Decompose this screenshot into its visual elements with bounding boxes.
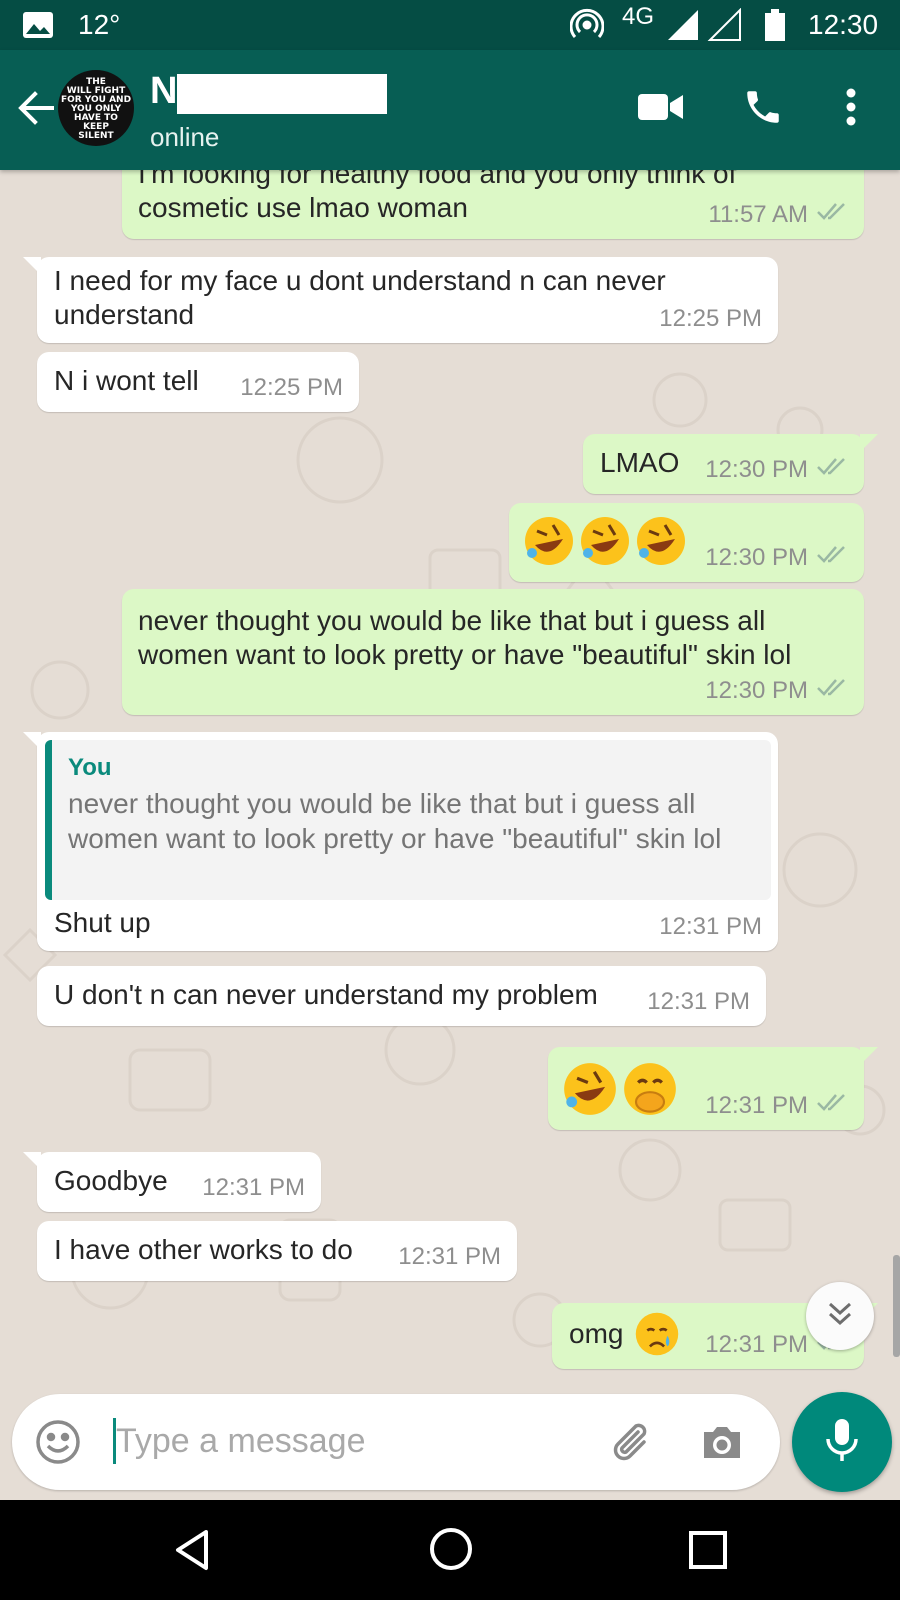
rofl-emoji-icon: [579, 515, 631, 572]
message-text: I have other works to do: [54, 1234, 353, 1265]
contact-name[interactable]: N: [150, 70, 177, 113]
message-text: Goodbye: [54, 1165, 168, 1196]
image-notification-icon: [22, 0, 54, 50]
nav-recents-icon[interactable]: [688, 1530, 728, 1575]
quoted-text: never thought you would be like that but…: [68, 788, 722, 854]
hand-over-mouth-emoji-icon: [622, 1061, 678, 1122]
message-time: 12:30 PM: [705, 543, 808, 571]
double-check-icon: [816, 1091, 848, 1120]
message-time: 11:57 AM: [708, 200, 808, 228]
message-text: Shut up: [54, 907, 151, 938]
message-time: 12:30 PM: [705, 455, 808, 483]
message-meta: 12:31 PM: [647, 988, 750, 1016]
message-bubble-in[interactable]: N i wont tell 12:25 PM: [37, 352, 359, 412]
chevron-double-down-icon: [825, 1299, 855, 1334]
battery-icon: [764, 0, 786, 50]
message-input-bar[interactable]: Type a message: [12, 1394, 780, 1490]
message-meta: 12:31 PM: [659, 913, 762, 941]
video-call-icon[interactable]: [636, 82, 686, 132]
crying-face-emoji-icon: [634, 1311, 680, 1362]
message-time: 12:31 PM: [398, 1243, 501, 1270]
avatar[interactable]: THE WILL FIGHT FOR YOU AND YOU ONLY HAVE…: [58, 70, 134, 146]
clock: 12:30: [808, 9, 879, 40]
message-time: 12:31 PM: [202, 1174, 305, 1201]
message-time: 12:31 PM: [659, 913, 762, 940]
nav-back-icon[interactable]: [170, 1528, 214, 1577]
network-type: 4G: [622, 3, 655, 30]
message-time: 12:31 PM: [705, 1330, 808, 1358]
mic-icon: [822, 1417, 862, 1468]
message-meta: 12:31 PM: [398, 1243, 501, 1271]
message-text: N i wont tell: [54, 365, 199, 396]
status-bar: 12° 4G 12:30: [0, 0, 900, 50]
voice-call-icon[interactable]: [738, 82, 788, 132]
chat-area[interactable]: I'm looking for healthy food and you onl…: [0, 170, 900, 1395]
double-check-icon: [816, 200, 848, 229]
message-bubble-out[interactable]: 12:31 PM: [548, 1047, 878, 1130]
rofl-emoji-icon: [523, 515, 575, 572]
double-check-icon: [816, 543, 848, 572]
message-bubble-in[interactable]: I need for my face u dont understand n c…: [23, 257, 778, 343]
double-check-icon: [816, 455, 848, 484]
emoji-row: [562, 1061, 678, 1122]
attach-icon[interactable]: [608, 1418, 656, 1471]
double-check-icon: [816, 676, 848, 705]
message-time: 12:25 PM: [240, 374, 343, 401]
message-text: U don't n can never understand my proble…: [54, 979, 598, 1010]
chat-header: THE WILL FIGHT FOR YOU AND YOU ONLY HAVE…: [0, 50, 900, 170]
hotspot-icon: [570, 0, 604, 50]
message-bubble-out[interactable]: never thought you would be like that but…: [122, 589, 864, 715]
message-bubble-in[interactable]: U don't n can never understand my proble…: [37, 966, 766, 1026]
scrollbar[interactable]: [893, 1255, 900, 1357]
message-meta: 12:25 PM: [659, 305, 762, 333]
mic-button[interactable]: [792, 1392, 892, 1492]
message-text: I need for my face u dont understand n c…: [54, 265, 666, 330]
navigation-bar: [0, 1500, 900, 1600]
message-meta: 12:25 PM: [240, 374, 343, 402]
message-input[interactable]: Type a message: [116, 1422, 365, 1461]
message-text: omg: [569, 1318, 624, 1349]
message-bubble-out[interactable]: LMAO 12:30 PM: [583, 434, 878, 494]
temperature-text: 12°: [78, 9, 121, 40]
back-arrow-icon[interactable]: [14, 86, 58, 130]
message-meta: 12:31 PM: [202, 1174, 305, 1202]
emoji-icon[interactable]: [34, 1418, 82, 1471]
message-meta: 11:57 AM: [708, 200, 848, 229]
message-meta: 12:30 PM: [705, 455, 848, 484]
message-meta: 12:31 PM: [705, 1091, 848, 1120]
message-time: 12:25 PM: [659, 305, 762, 332]
message-meta: 12:30 PM: [705, 676, 848, 705]
message-meta: 12:30 PM: [705, 543, 848, 572]
message-time: 12:31 PM: [647, 988, 750, 1015]
quoted-author: You: [68, 754, 112, 781]
message-bubble-in[interactable]: I have other works to do 12:31 PM: [37, 1221, 517, 1281]
message-bubble-in[interactable]: Goodbye 12:31 PM: [23, 1152, 321, 1212]
message-bubble-out[interactable]: I'm looking for healthy food and you onl…: [122, 170, 864, 239]
message-text: I'm looking for healthy food and you onl…: [138, 170, 737, 223]
message-bubble-in[interactable]: You never thought you would be like that…: [23, 732, 778, 951]
contact-status: online: [150, 122, 220, 152]
message-bubble-out[interactable]: 12:30 PM: [509, 503, 864, 582]
signal-icon: [666, 0, 746, 50]
more-options-icon[interactable]: [836, 82, 866, 132]
rofl-emoji-icon: [635, 515, 687, 572]
camera-icon[interactable]: [698, 1418, 746, 1471]
message-text: LMAO: [600, 447, 680, 478]
emoji-row: [523, 515, 687, 572]
message-text: never thought you would be like that but…: [138, 605, 792, 670]
name-redaction: [177, 74, 387, 114]
scroll-to-bottom-button[interactable]: [806, 1282, 874, 1350]
message-time: 12:30 PM: [705, 676, 808, 704]
quoted-message[interactable]: You never thought you would be like that…: [45, 740, 771, 900]
nav-home-icon[interactable]: [428, 1526, 474, 1577]
message-time: 12:31 PM: [705, 1091, 808, 1119]
rofl-emoji-icon: [562, 1061, 618, 1122]
